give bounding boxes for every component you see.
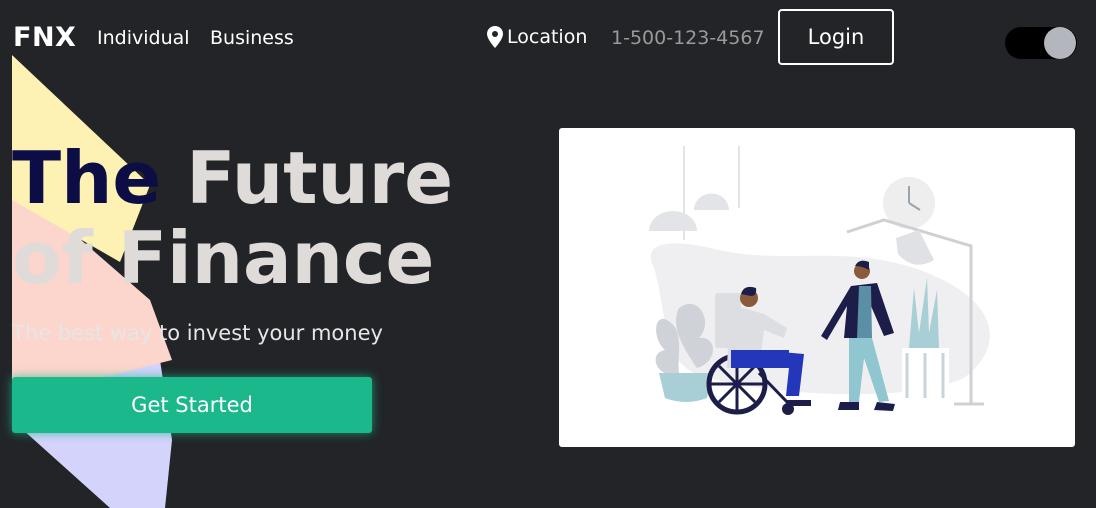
login-button[interactable]: Login xyxy=(778,9,894,65)
map-pin-icon xyxy=(487,26,503,48)
toggle-knob xyxy=(1044,27,1076,59)
top-navigation: FNX Individual Business Location 1-500-1… xyxy=(0,0,1096,80)
hero-illustration-card xyxy=(559,128,1075,447)
location-link[interactable]: Location xyxy=(487,26,587,48)
hero-title-accent: The xyxy=(12,136,162,220)
hero-subtitle: The best way to invest your money xyxy=(12,321,383,345)
hero-title: The Future of Finance xyxy=(12,138,532,298)
people-meeting-illustration xyxy=(649,146,990,415)
phone-number: 1-500-123-4567 xyxy=(611,27,765,49)
get-started-button[interactable]: Get Started xyxy=(12,377,372,433)
nav-link-business[interactable]: Business xyxy=(210,27,294,49)
nav-link-individual[interactable]: Individual xyxy=(97,27,190,49)
location-label: Location xyxy=(507,26,588,48)
theme-toggle[interactable] xyxy=(1005,27,1077,59)
brand-logo[interactable]: FNX xyxy=(13,22,76,53)
